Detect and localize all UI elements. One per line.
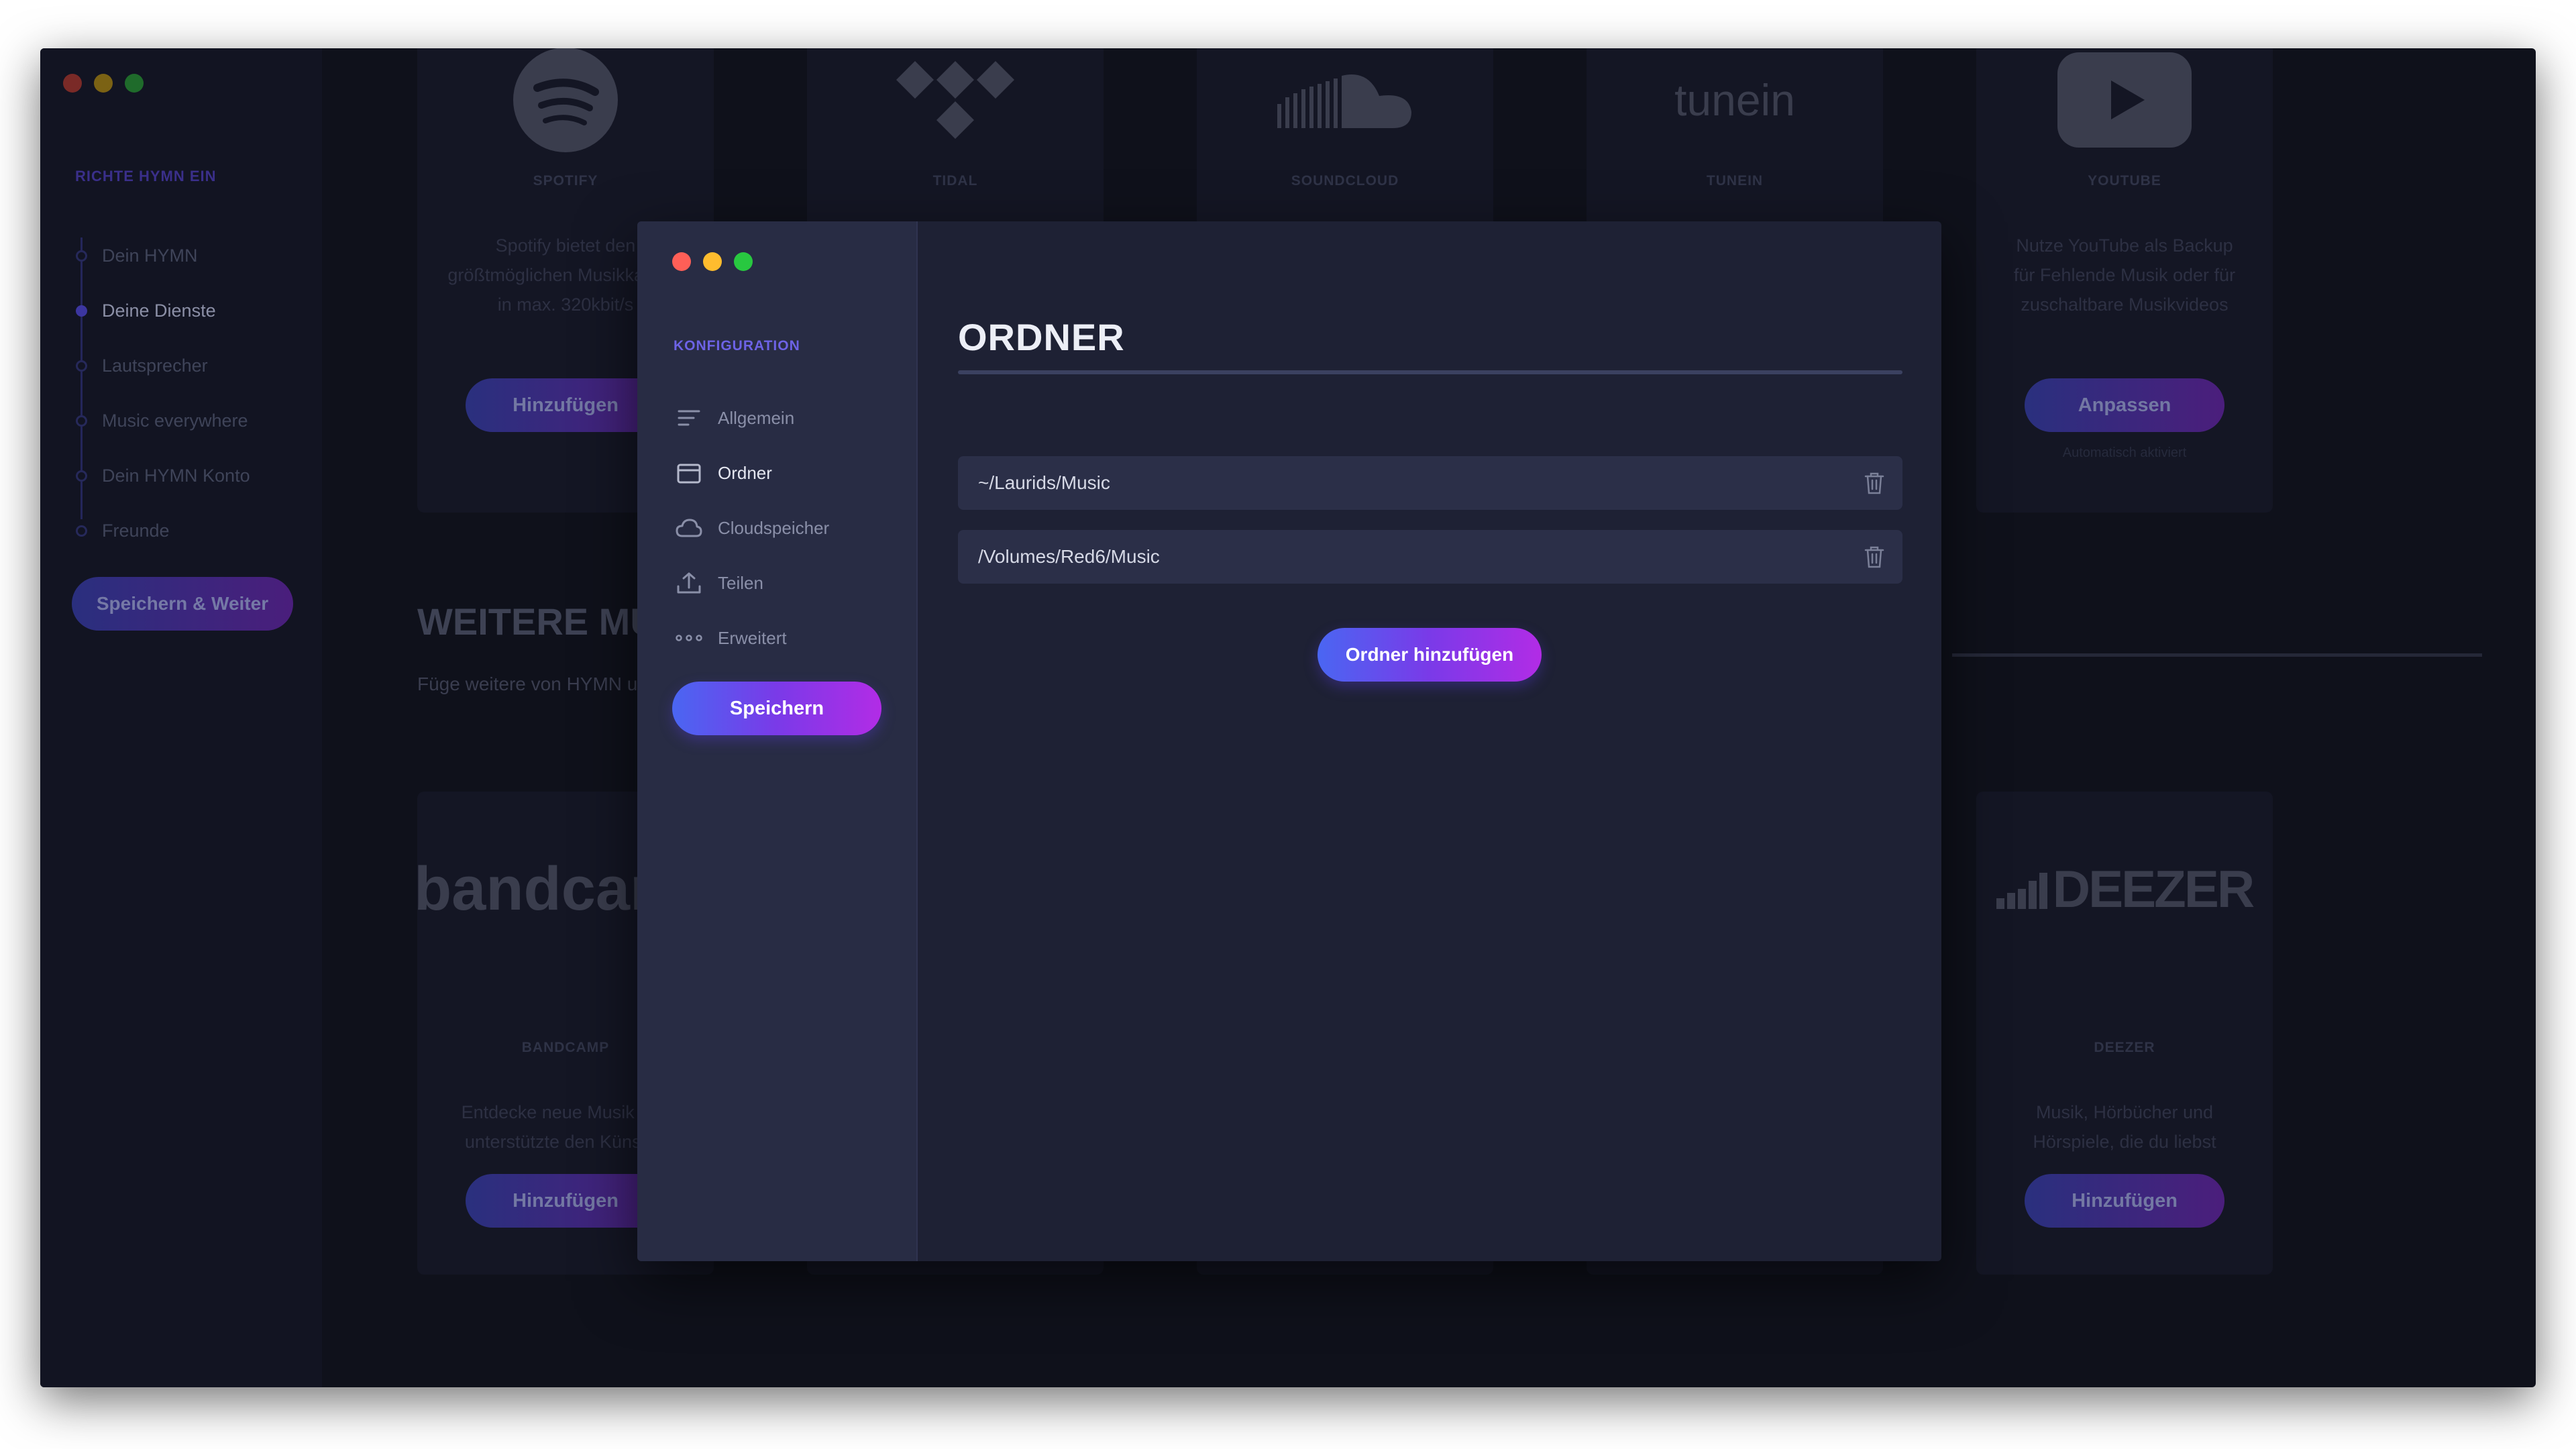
folder-row: ~/Laurids/Music bbox=[958, 456, 1902, 510]
menu-item-label: Ordner bbox=[718, 462, 772, 483]
more-services-divider bbox=[1952, 653, 2482, 657]
zoom-button[interactable] bbox=[734, 252, 753, 271]
step-node bbox=[76, 470, 87, 482]
zoom-button[interactable] bbox=[125, 74, 144, 93]
folder-path: /Volumes/Red6/Music bbox=[978, 546, 1160, 567]
step-node bbox=[76, 525, 87, 537]
service-name: SOUNDCLOUD bbox=[1291, 173, 1399, 189]
step-node-active bbox=[76, 305, 87, 317]
step-node bbox=[76, 360, 87, 372]
service-name: DEEZER bbox=[2094, 1040, 2155, 1055]
step-node bbox=[76, 250, 87, 262]
close-button[interactable] bbox=[63, 74, 82, 93]
service-name: TIDAL bbox=[932, 173, 978, 189]
folder-row: /Volumes/Red6/Music bbox=[958, 530, 1902, 584]
minimize-button[interactable] bbox=[94, 74, 113, 93]
step-item[interactable]: Dein HYMN bbox=[76, 228, 250, 283]
menu-item-label: Cloudspeicher bbox=[718, 517, 830, 538]
setup-steps: Dein HYMN Deine Dienste Lautsprecher Mus… bbox=[76, 228, 250, 558]
service-name: YOUTUBE bbox=[2088, 173, 2161, 189]
step-label: Music everywhere bbox=[102, 410, 248, 431]
settings-menu: Allgemein Ordner Cloudspeicher Teilen Er… bbox=[675, 390, 829, 665]
menu-item-erweitert[interactable]: Erweitert bbox=[675, 610, 829, 665]
add-deezer-button[interactable]: Hinzufügen bbox=[2025, 1174, 2224, 1228]
auto-activated-note: Automatisch aktiviert bbox=[2062, 445, 2187, 460]
save-button[interactable]: Speichern bbox=[672, 682, 881, 735]
deezer-icon: DEEZER bbox=[1976, 832, 2273, 946]
deezer-logo-text: DEEZER bbox=[2052, 859, 2255, 918]
tunein-icon: tunein bbox=[1587, 48, 1883, 157]
trash-icon[interactable] bbox=[1861, 543, 1888, 570]
service-name: SPOTIFY bbox=[533, 173, 598, 189]
service-name: TUNEIN bbox=[1706, 173, 1764, 189]
customize-youtube-button[interactable]: Anpassen bbox=[2025, 378, 2224, 432]
trash-icon[interactable] bbox=[1861, 470, 1888, 496]
service-card-deezer: DEEZER DEEZER Musik, Hörbücher und Hörsp… bbox=[1976, 792, 2273, 1275]
step-item[interactable]: Lautsprecher bbox=[76, 338, 250, 393]
menu-item-allgemein[interactable]: Allgemein bbox=[675, 390, 829, 445]
menu-item-label: Teilen bbox=[718, 572, 763, 593]
cloud-icon bbox=[675, 514, 703, 542]
step-item[interactable]: Music everywhere bbox=[76, 393, 250, 448]
tunein-logo-text: tunein bbox=[1674, 75, 1795, 125]
folder-icon bbox=[675, 459, 703, 487]
dialog-content: ORDNER ~/Laurids/Music /Volumes/Red6/Mus… bbox=[919, 221, 1941, 1261]
menu-item-cloudspeicher[interactable]: Cloudspeicher bbox=[675, 500, 829, 555]
add-spotify-button[interactable]: Hinzufügen bbox=[466, 378, 665, 432]
soundcloud-icon bbox=[1197, 48, 1493, 157]
add-folder-button[interactable]: Ordner hinzufügen bbox=[1318, 628, 1542, 682]
more-icon bbox=[675, 624, 703, 652]
main-window-controls bbox=[63, 74, 144, 93]
youtube-icon bbox=[1976, 48, 2273, 157]
service-description: Nutze YouTube als Backup für Fehlende Mu… bbox=[2013, 235, 2236, 315]
save-and-continue-button[interactable]: Speichern & Weiter bbox=[72, 577, 293, 631]
setup-section-title: RICHTE HYMN EIN bbox=[75, 168, 217, 184]
add-bandcamp-button[interactable]: Hinzufügen bbox=[466, 1174, 665, 1228]
step-item[interactable]: Dein HYMN Konto bbox=[76, 448, 250, 503]
spotify-icon bbox=[417, 48, 714, 157]
step-label: Lautsprecher bbox=[102, 355, 208, 376]
step-label: Freunde bbox=[102, 520, 170, 541]
menu-item-ordner[interactable]: Ordner bbox=[675, 445, 829, 500]
menu-item-label: Allgemein bbox=[718, 407, 795, 428]
menu-item-teilen[interactable]: Teilen bbox=[675, 555, 829, 610]
dialog-sidebar: KONFIGURATION Allgemein Ordner Cloudspei… bbox=[637, 221, 918, 1261]
step-item[interactable]: Deine Dienste bbox=[76, 283, 250, 338]
step-label: Deine Dienste bbox=[102, 300, 216, 321]
main-sidebar: RICHTE HYMN EIN Dein HYMN Deine Dienste … bbox=[40, 48, 322, 1387]
minimize-button[interactable] bbox=[703, 252, 722, 271]
step-node bbox=[76, 415, 87, 427]
service-description: Musik, Hörbücher und Hörspiele, die du l… bbox=[2033, 1102, 2216, 1152]
dialog-window-controls bbox=[672, 252, 753, 271]
step-label: Dein HYMN bbox=[102, 245, 198, 266]
service-card-youtube: YOUTUBE Nutze YouTube als Backup für Feh… bbox=[1976, 48, 2273, 513]
close-button[interactable] bbox=[672, 252, 691, 271]
configuration-section-title: KONFIGURATION bbox=[674, 338, 800, 354]
step-item[interactable]: Freunde bbox=[76, 503, 250, 558]
title-divider bbox=[958, 370, 1902, 374]
lines-icon bbox=[675, 404, 703, 432]
menu-item-label: Erweitert bbox=[718, 627, 787, 648]
page-title: ORDNER bbox=[958, 316, 1125, 358]
tidal-icon bbox=[807, 48, 1104, 157]
preferences-dialog: KONFIGURATION Allgemein Ordner Cloudspei… bbox=[637, 221, 1941, 1261]
step-label: Dein HYMN Konto bbox=[102, 465, 250, 486]
share-icon bbox=[675, 569, 703, 597]
folder-path: ~/Laurids/Music bbox=[978, 472, 1110, 493]
